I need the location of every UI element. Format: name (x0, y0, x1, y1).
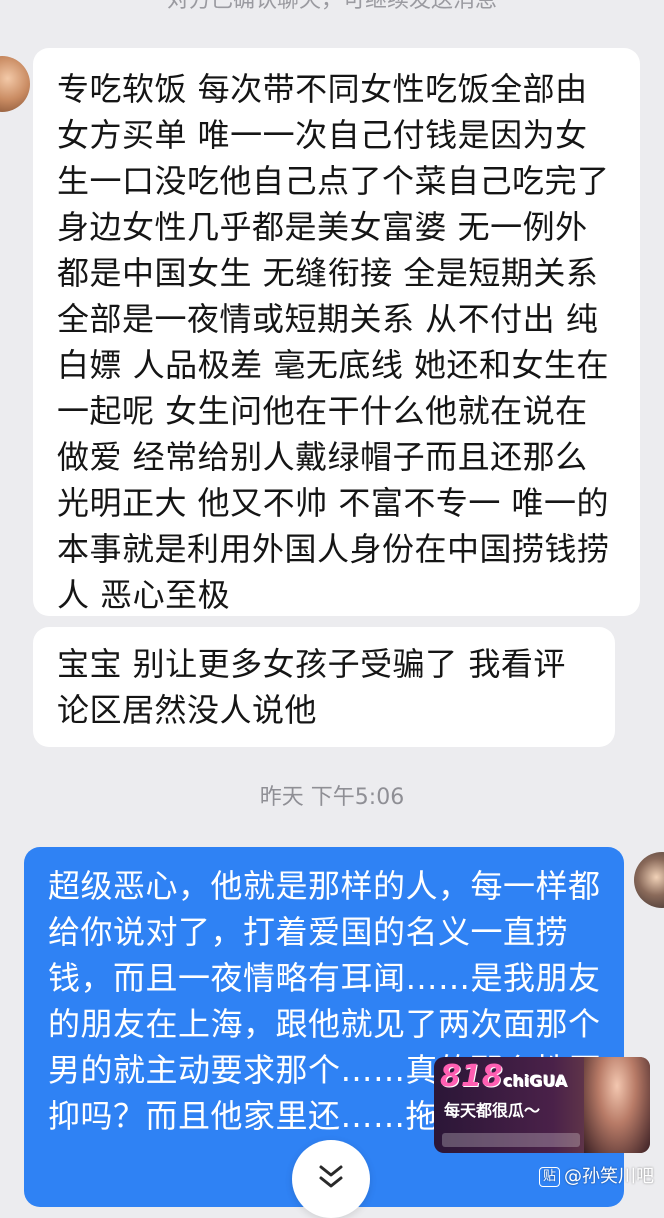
promo-slogan: 每天都很瓜～ (444, 1101, 541, 1120)
watermark-username: @孙笑川吧 (564, 1166, 654, 1187)
promo-decoration (442, 1133, 580, 1147)
promo-brand-logo: 818chiGUA (440, 1059, 567, 1094)
promo-photo (584, 1057, 650, 1153)
system-notice: 对方已确认聊天，可继续发送消息 (166, 0, 497, 13)
message-timestamp: 昨天 下午5:06 (259, 785, 405, 810)
double-chevron-down-icon (316, 1140, 346, 1194)
source-watermark: 贴 @孙笑川吧 (538, 1166, 654, 1188)
scroll-to-bottom-button[interactable] (292, 1140, 370, 1218)
tieba-badge-icon: 贴 (538, 1167, 560, 1187)
promo-watermark-badge: 818chiGUA 每天都很瓜～ (434, 1057, 650, 1153)
contact-avatar[interactable] (0, 56, 30, 112)
self-avatar[interactable] (634, 852, 664, 908)
incoming-message-bubble[interactable]: 宝宝 别让更多女孩子受骗了 我看评论区居然没人说他 (33, 627, 615, 747)
incoming-message-bubble[interactable]: 专吃软饭 每次带不同女性吃饭全部由女方买单 唯一一次自己付钱是因为女生一口没吃他… (33, 48, 640, 616)
